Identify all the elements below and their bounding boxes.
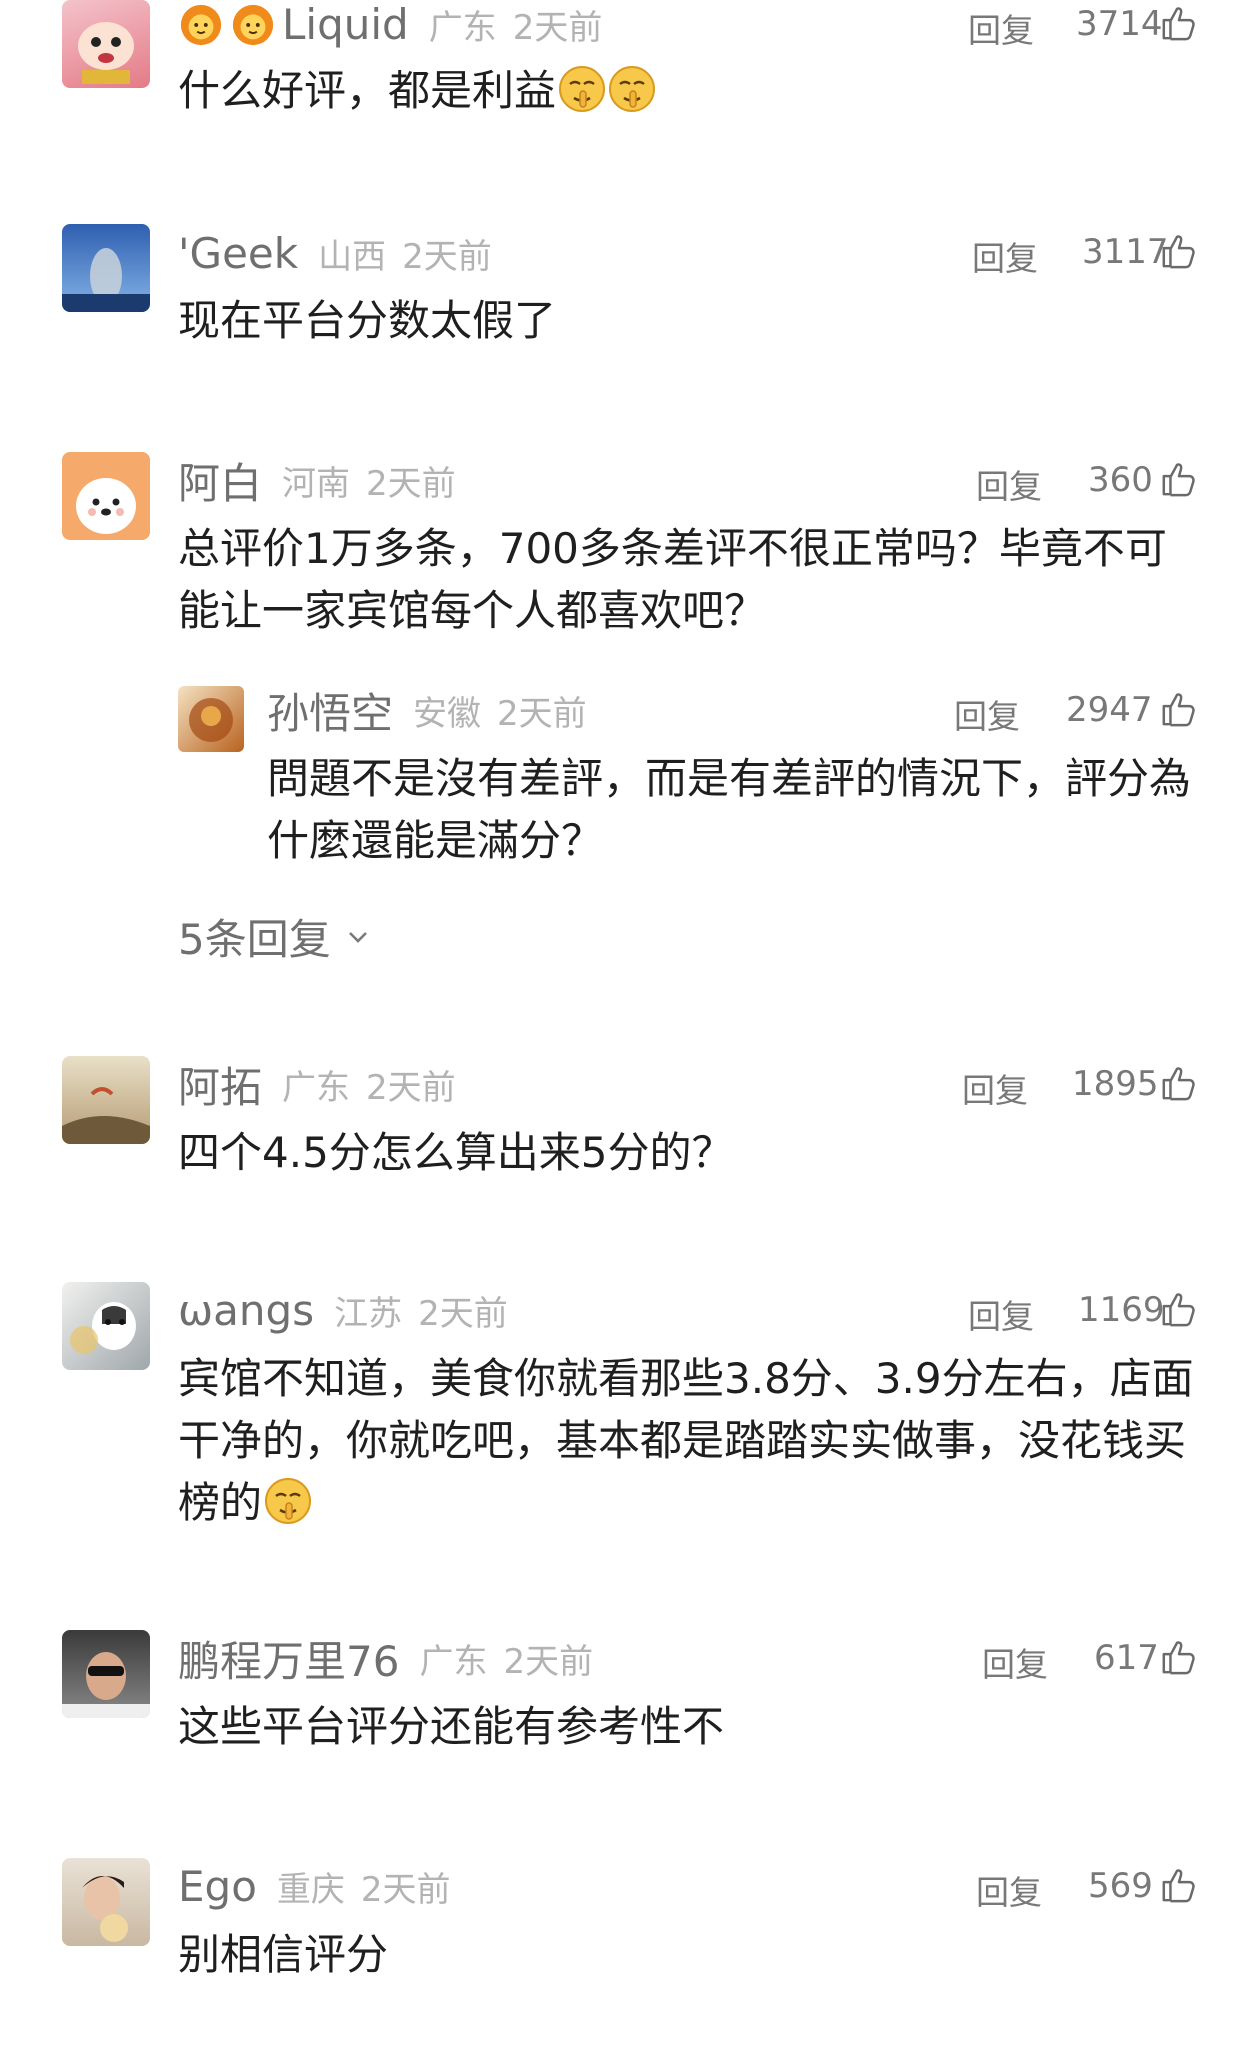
avatar[interactable] [62,1858,150,1946]
shush-face-emoji [558,65,606,113]
location: 河南 [282,463,351,504]
comment-meta: 阿拓 广东 2天前 [178,1056,456,1112]
avatar[interactable] [178,686,244,752]
like-count: 1895 [1072,1064,1159,1104]
lion-badge-icon [230,1,276,47]
timestamp: 2天前 [366,1067,456,1108]
thumbs-up-icon[interactable] [1160,1290,1198,1328]
timestamp: 2天前 [497,693,587,734]
username[interactable]: 孙悟空 [267,680,393,741]
location: 安徽 [413,693,482,734]
username[interactable]: Liquid [282,0,409,49]
reply-meta: 孙悟空 安徽 2天前 [267,682,587,738]
thumbs-up-icon[interactable] [1160,1064,1198,1102]
thumbs-up-icon[interactable] [1160,1638,1198,1676]
like-count: 1169 [1078,1290,1165,1330]
username[interactable]: Ego [178,1862,257,1911]
comment-text: 四个4.5分怎么算出来5分的？ [178,1128,734,1177]
chevron-down-icon [348,931,367,943]
thumbs-up-icon[interactable] [1160,460,1198,498]
username[interactable]: ωangs [178,1286,314,1335]
thumbs-up-icon[interactable] [1160,4,1198,42]
shush-face-emoji [264,1477,312,1525]
reply-text: 問題不是沒有差評，而是有差評的情況下，評分為什麼還能是滿分？ [267,754,1192,865]
like-count: 3117 [1082,232,1169,272]
reply-button[interactable]: 回复 [962,1064,1028,1112]
location: 山西 [318,236,387,277]
location: 广东 [282,1067,351,1108]
reply-button[interactable]: 回复 [982,1638,1048,1686]
like-count: 3714 [1076,4,1163,44]
comment-text: 什么好评，都是利益 [178,60,1197,122]
thumbs-up-icon[interactable] [1160,232,1198,270]
comment-meta: Liquid 广东 2天前 [178,0,602,52]
comment-meta: ωangs 江苏 2天前 [178,1282,508,1338]
avatar[interactable] [62,1056,150,1144]
shush-face-emoji [608,65,656,113]
username[interactable]: 鹏程万里76 [178,1628,399,1689]
timestamp: 2天前 [418,1293,508,1334]
reply-button[interactable]: 回复 [954,690,1020,738]
reply-button[interactable]: 回复 [968,4,1034,52]
timestamp: 2天前 [402,236,492,277]
location: 广东 [419,1641,488,1682]
comment-text: 总评价1万多条，700多条差评不很正常吗？毕竟不可能让一家宾馆每个人都喜欢吧？ [178,524,1167,635]
timestamp: 2天前 [366,463,456,504]
timestamp: 2天前 [503,1641,594,1682]
like-count: 569 [1088,1866,1153,1906]
reply-button[interactable]: 回复 [968,1290,1034,1338]
thumbs-up-icon[interactable] [1160,690,1198,728]
avatar[interactable] [62,224,150,312]
like-count: 617 [1094,1638,1159,1678]
avatar[interactable] [62,452,150,540]
comment-text: 别相信评分 [178,1930,389,1979]
avatar[interactable] [62,1630,150,1718]
reply-button[interactable]: 回复 [976,1866,1042,1914]
avatar[interactable] [62,0,150,88]
username[interactable]: 阿白 [178,450,262,511]
comment-meta: 阿白 河南 2天前 [178,452,456,508]
comment-text: 现在平台分数太假了 [178,296,557,345]
expand-replies-button[interactable]: 5条回复 [178,906,371,967]
like-count: 360 [1088,460,1153,500]
reply-button[interactable]: 回复 [972,232,1038,280]
like-count: 2947 [1066,690,1153,730]
thumbs-up-icon[interactable] [1160,1866,1198,1904]
location: 广东 [428,7,497,48]
location: 重庆 [276,1869,345,1910]
timestamp: 2天前 [360,1869,451,1910]
reply-button[interactable]: 回复 [976,460,1042,508]
username[interactable]: 阿拓 [178,1054,262,1115]
lion-badge-icon [178,1,224,47]
comment-text: 宾馆不知道，美食你就看那些3.8分、3.9分左右，店面干净的，你就吃吧，基本都是… [178,1354,1194,1527]
username[interactable]: 'Geek [178,229,298,278]
comment-meta: Ego 重庆 2天前 [178,1858,451,1914]
comment-meta: 鹏程万里76 广东 2天前 [178,1630,593,1686]
location: 江苏 [334,1293,403,1334]
avatar[interactable] [62,1282,150,1370]
comment-text: 这些平台评分还能有参考性不 [178,1702,725,1751]
timestamp: 2天前 [512,7,603,48]
comment-meta: 'Geek 山西 2天前 [178,225,492,281]
